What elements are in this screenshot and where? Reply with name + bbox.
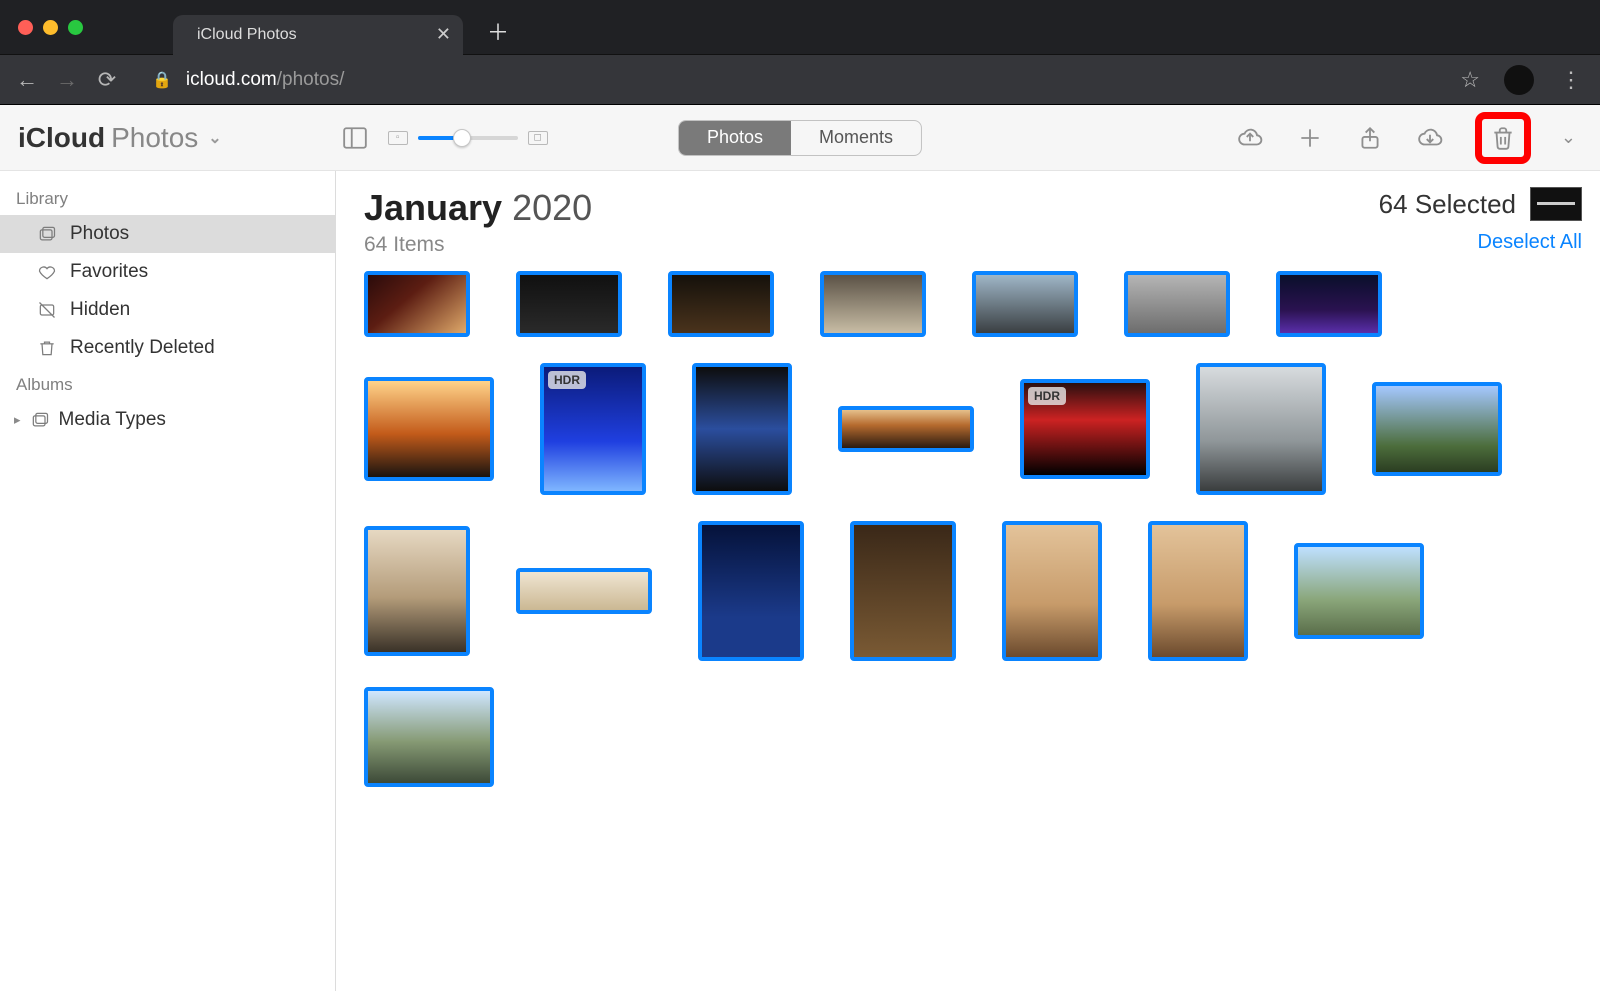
photo-thumbnail[interactable] [1124,271,1230,337]
share-button[interactable] [1355,123,1385,153]
photo-thumbnail[interactable] [668,271,774,337]
photo-thumbnail[interactable] [364,377,494,481]
lock-icon: 🔒 [152,70,172,90]
browser-tab-strip: iCloud Photos ✕ ＋ [0,0,1600,55]
zoom-out-icon: ▫ [388,131,408,145]
section-year: 2020 [512,187,592,229]
brand-primary: iCloud [18,122,105,154]
photo-thumbnail[interactable] [692,363,792,495]
stacked-squares-icon [29,410,51,430]
photo-thumbnail[interactable] [516,271,622,337]
upload-button[interactable] [1235,123,1265,153]
photo-thumbnail[interactable]: HDR [1020,379,1150,479]
chevron-down-icon: ⌄ [208,128,221,148]
sidebar-item-recently-deleted[interactable]: Recently Deleted [0,329,335,367]
section-month: January [364,187,502,229]
forward-button[interactable]: → [54,67,80,93]
photo-thumbnail[interactable] [820,271,926,337]
sidebar-item-label: Media Types [59,409,166,431]
photo-thumbnail[interactable] [698,521,804,661]
sidebar: Library Photos Favorites Hidden Recently De… [0,171,336,991]
brand-secondary: Photos [111,122,198,154]
segment-moments[interactable]: Moments [791,121,921,155]
item-count: 64 Items [364,233,592,257]
slider-track[interactable] [418,136,518,140]
selected-count: 64 Selected [1379,189,1516,220]
browser-tab[interactable]: iCloud Photos ✕ [173,15,463,55]
sidebar-section-library: Library [0,181,335,215]
photo-row [364,521,1582,661]
minimize-window-button[interactable] [43,20,58,35]
url-host: icloud.com [186,69,277,91]
delete-highlight-annotation [1475,112,1531,164]
eye-slash-icon [36,300,58,320]
sidebar-item-media-types[interactable]: ▸ Media Types [0,401,335,439]
photo-grid-area: January 2020 64 Items 64 Selected Desele… [336,171,1600,991]
window-controls [18,20,83,35]
hdr-badge: HDR [548,371,586,389]
photo-row [364,271,1582,337]
browser-menu-icon[interactable]: ⋮ [1556,67,1586,93]
heart-icon [36,262,58,282]
photo-thumbnail[interactable] [364,526,470,656]
address-bar[interactable]: 🔒 icloud.com/photos/ [134,69,1446,91]
photo-thumbnail[interactable]: HDR [540,363,646,495]
photo-thumbnail[interactable] [1002,521,1102,661]
tab-title: iCloud Photos [197,26,297,44]
photo-thumbnail[interactable] [1372,382,1502,476]
toolbar-more-button[interactable]: ⌄ [1561,127,1576,148]
main-split: Library Photos Favorites Hidden Recently De… [0,171,1600,991]
sidebar-item-hidden[interactable]: Hidden [0,291,335,329]
stacked-squares-icon [36,224,58,244]
photo-thumbnail[interactable] [838,406,974,452]
profile-avatar[interactable] [1504,65,1534,95]
close-tab-icon[interactable]: ✕ [436,24,451,45]
photo-thumbnail[interactable] [1276,271,1382,337]
fullscreen-window-button[interactable] [68,20,83,35]
app-toolbar: iCloud Photos ⌄ ▫ ◻ Photos Moments [0,105,1600,171]
back-button[interactable]: ← [14,67,40,93]
sidebar-item-label: Photos [70,223,129,245]
new-tab-button[interactable]: ＋ [481,14,515,48]
add-button[interactable] [1295,123,1325,153]
sidebar-item-label: Recently Deleted [70,337,215,359]
deselect-all-link[interactable]: Deselect All [1379,231,1582,254]
sidebar-section-albums: Albums [0,367,335,401]
sidebar-item-label: Favorites [70,261,148,283]
photo-thumbnail[interactable] [516,568,652,614]
url-path: /photos/ [277,69,345,91]
close-window-button[interactable] [18,20,33,35]
bookmark-star-icon[interactable]: ☆ [1460,67,1480,93]
view-segmented-control: Photos Moments [678,120,922,156]
zoom-in-icon: ◻ [528,131,548,145]
download-button[interactable] [1415,123,1445,153]
hdr-badge: HDR [1028,387,1066,405]
section-title: January 2020 [364,187,592,229]
trash-icon [36,338,58,358]
photo-thumbnail[interactable] [850,521,956,661]
sidebar-item-favorites[interactable]: Favorites [0,253,335,291]
disclosure-triangle-icon: ▸ [14,412,21,428]
slider-knob[interactable] [453,129,471,147]
thumbnail-size-slider[interactable]: ▫ ◻ [388,131,548,145]
selection-preview-thumb [1530,187,1582,221]
app-title-dropdown[interactable]: iCloud Photos ⌄ [18,122,222,154]
photo-thumbnail[interactable] [1148,521,1248,661]
photo-row [364,687,1582,787]
delete-button[interactable] [1488,123,1518,153]
browser-toolbar: ← → ⟳ 🔒 icloud.com/photos/ ☆ ⋮ [0,55,1600,105]
photo-thumbnail[interactable] [1294,543,1424,639]
sidebar-item-label: Hidden [70,299,130,321]
photo-thumbnail[interactable] [364,271,470,337]
photo-thumbnail[interactable] [972,271,1078,337]
photo-row: HDR HDR [364,363,1582,495]
toggle-sidebar-button[interactable] [340,123,370,153]
reload-button[interactable]: ⟳ [94,67,120,93]
sidebar-item-photos[interactable]: Photos [0,215,335,253]
photo-thumbnail[interactable] [364,687,494,787]
photo-thumbnail[interactable] [1196,363,1326,495]
segment-photos[interactable]: Photos [679,121,791,155]
